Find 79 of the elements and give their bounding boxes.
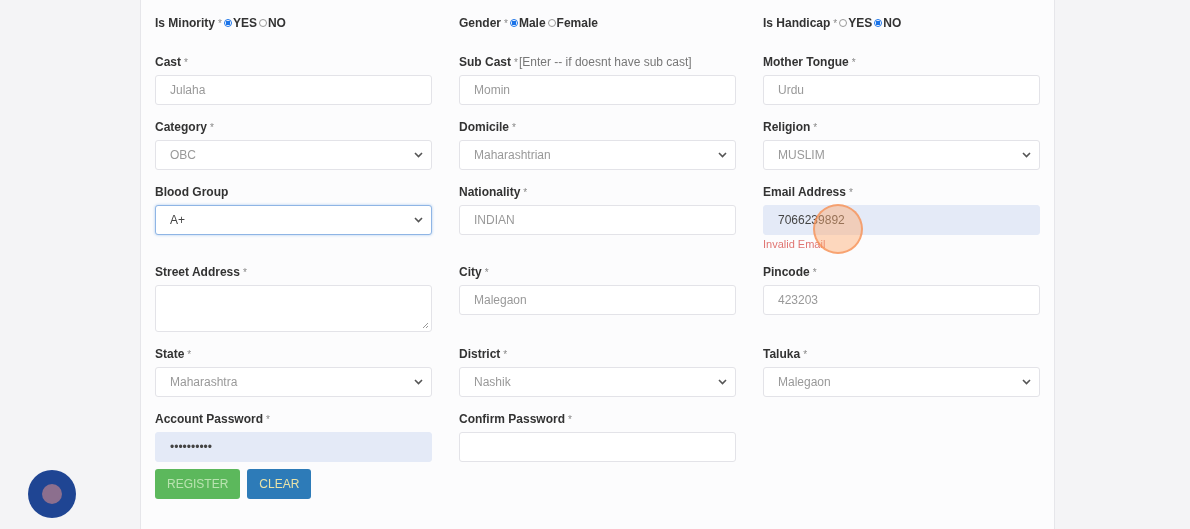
input-field[interactable]: Julaha (155, 75, 432, 105)
field-label: Street Address (155, 265, 240, 279)
field-label: Cast (155, 55, 181, 69)
field-label: Is Handicap (763, 16, 831, 30)
chevron-icon (414, 152, 423, 158)
required-mark: * (484, 266, 489, 278)
chevron-icon (718, 379, 727, 385)
field-label: Nationality (459, 185, 521, 199)
required-mark: * (184, 56, 188, 68)
input-field[interactable]: Urdu (763, 75, 1040, 105)
required-mark: * (833, 17, 838, 29)
field-label: Blood Group (155, 185, 229, 199)
radio-button[interactable] (839, 19, 848, 27)
field-label: Domicile (459, 120, 509, 134)
required-mark: * (503, 348, 508, 360)
input-field[interactable]: Momin (459, 75, 736, 105)
text-area[interactable] (155, 285, 432, 332)
required-mark: * (523, 186, 528, 198)
required-mark: * (218, 17, 222, 29)
radio-button[interactable] (547, 19, 556, 27)
radio-label[interactable]: NO (883, 16, 902, 30)
clear-button[interactable]: CLEAR (247, 469, 312, 499)
required-mark: * (848, 186, 853, 198)
chevron-icon (718, 152, 727, 158)
radio-label[interactable]: YES (848, 16, 873, 30)
field-label: City (459, 265, 482, 279)
field-label: Religion (763, 120, 811, 134)
required-mark: * (812, 266, 817, 278)
field-label: State (155, 347, 185, 361)
radio-label[interactable]: Female (556, 16, 598, 30)
field-label: Email Address (763, 185, 846, 199)
radio-button[interactable] (874, 19, 883, 27)
required-mark: * (813, 121, 818, 133)
required-mark: * (187, 348, 192, 360)
select-field[interactable]: OBC (155, 140, 432, 170)
required-mark: * (210, 121, 214, 133)
select-field[interactable]: A+ (155, 205, 432, 235)
input-field[interactable]: INDIAN (459, 205, 736, 235)
chevron-icon (414, 217, 423, 223)
radio-label[interactable]: YES (232, 16, 257, 30)
required-mark: * (242, 266, 247, 278)
select-field[interactable]: MUSLIM (763, 140, 1040, 170)
chevron-icon (1022, 152, 1031, 158)
input-field[interactable]: 423203 (763, 285, 1040, 315)
field-label: Gender (459, 16, 501, 30)
field-hint: [Enter -- if doesnt have sub cast] (518, 55, 692, 69)
input-field[interactable]: Malegaon (459, 285, 736, 315)
select-field[interactable]: Maharashtrian (459, 140, 736, 170)
chevron-icon (414, 379, 423, 385)
select-field[interactable]: Nashik (459, 367, 736, 397)
required-mark: * (851, 56, 856, 68)
chevron-icon (1022, 379, 1031, 385)
required-mark: * (266, 413, 270, 425)
radio-button[interactable] (509, 19, 518, 27)
field-label: Category (155, 120, 207, 134)
required-mark: * (504, 17, 508, 29)
password-field[interactable] (459, 432, 736, 462)
field-label: Taluka (763, 347, 801, 361)
radio-button[interactable] (223, 19, 232, 27)
field-label: Confirm Password (459, 412, 566, 426)
radio-label[interactable]: Male (518, 16, 546, 30)
required-mark: * (512, 121, 516, 133)
field-label: Pincode (763, 265, 810, 279)
resize-grip-icon (422, 322, 429, 329)
field-label: Account Password (155, 412, 264, 426)
required-mark: * (514, 56, 518, 68)
select-field[interactable]: Maharashtra (155, 367, 432, 397)
field-label: District (459, 347, 501, 361)
field-label: Sub Cast (459, 55, 511, 69)
select-field[interactable]: Malegaon (763, 367, 1040, 397)
field-label: Mother Tongue (763, 55, 849, 69)
floating-action-button[interactable] (28, 470, 76, 518)
radio-button[interactable] (258, 19, 267, 27)
register-button[interactable]: REGISTER (155, 469, 241, 499)
required-mark: * (803, 348, 808, 360)
password-field[interactable]: •••••••••• (155, 432, 432, 462)
field-label: Is Minority (155, 16, 215, 30)
required-mark: * (568, 413, 572, 425)
radio-label[interactable]: NO (267, 16, 286, 30)
